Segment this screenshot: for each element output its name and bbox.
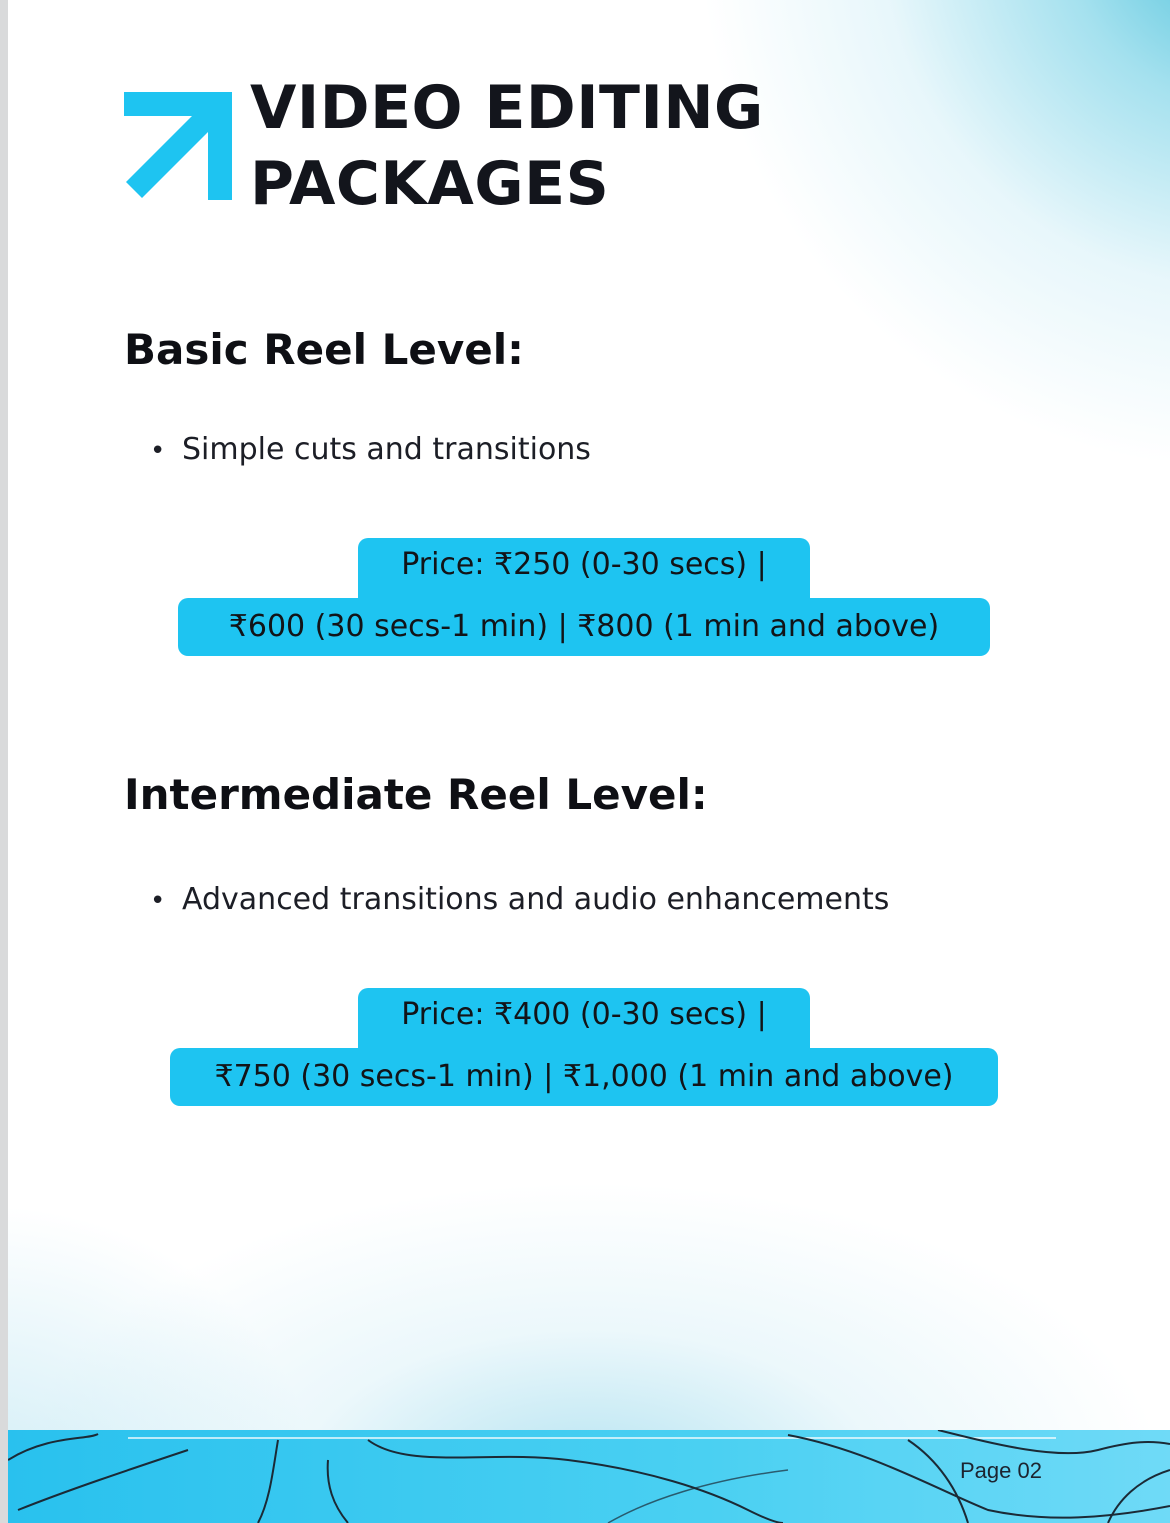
page-footer: Page 02 — [8, 1430, 1170, 1523]
page-number: Page 02 — [960, 1458, 1042, 1483]
basic-reel-heading: Basic Reel Level: — [124, 325, 524, 374]
intermediate-reel-feature-item: • Advanced transitions and audio enhancem… — [150, 880, 889, 921]
arrow-up-right-icon — [124, 92, 232, 200]
page-title: VIDEO EDITING PACKAGES — [250, 70, 764, 222]
page-title-line-1: VIDEO EDITING — [250, 73, 764, 143]
page-title-line-2: PACKAGES — [250, 149, 610, 219]
intermediate-price-line-2: ₹750 (30 secs-1 min) | ₹1,000 (1 min and… — [170, 1048, 998, 1106]
basic-price-line-2: ₹600 (30 secs-1 min) | ₹800 (1 min and a… — [178, 598, 990, 656]
bullet-icon: • — [150, 886, 166, 916]
intermediate-price-line-1: Price: ₹400 (0-30 secs) | — [358, 988, 810, 1052]
document-page: VIDEO EDITING PACKAGES Basic Reel Level:… — [8, 0, 1170, 1523]
intermediate-reel-heading: Intermediate Reel Level: — [124, 770, 708, 819]
intermediate-reel-feature-text: Advanced transitions and audio enhanceme… — [182, 882, 890, 917]
basic-reel-feature-item: • Simple cuts and transitions — [150, 430, 591, 471]
corner-gradient-decoration — [648, 0, 1170, 460]
bullet-icon: • — [150, 436, 166, 466]
basic-reel-feature-text: Simple cuts and transitions — [182, 432, 591, 467]
basic-price-line-1: Price: ₹250 (0-30 secs) | — [358, 538, 810, 602]
